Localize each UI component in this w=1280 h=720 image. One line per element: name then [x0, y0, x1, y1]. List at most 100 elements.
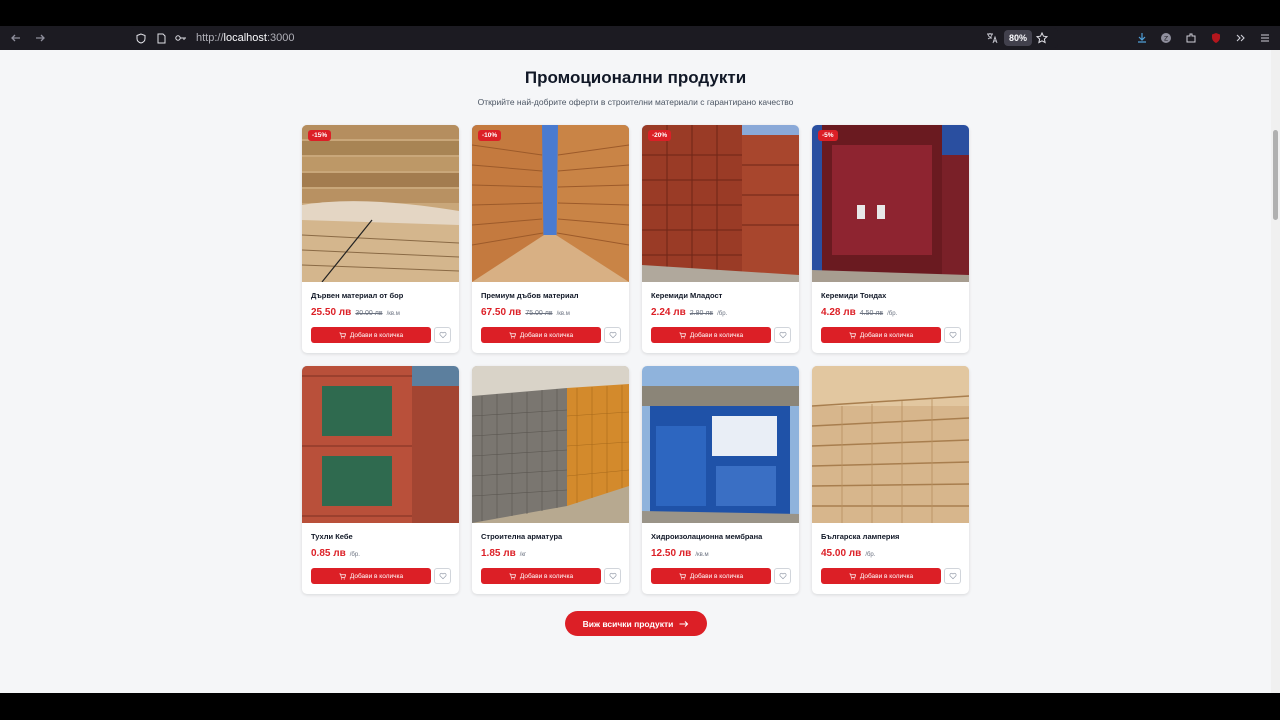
product-price: 4.28 лв — [821, 307, 856, 318]
forward-button[interactable] — [28, 26, 52, 50]
view-all-label: Виж всички продукти — [582, 618, 674, 629]
add-to-cart-label: Добави в количка — [519, 331, 574, 339]
cart-icon — [849, 573, 856, 579]
section-subtitle: Открийте най-добрите оферти в строителни… — [477, 97, 794, 107]
product-card[interactable]: -10% Премиум дъбов материал 67.50 лв 75.… — [472, 125, 629, 353]
product-unit: /бр. — [717, 311, 728, 317]
product-image[interactable]: -10% — [472, 125, 629, 282]
product-unit: /бр. — [349, 552, 360, 558]
add-to-cart-button[interactable]: Добави в количка — [651, 568, 771, 584]
ublock-icon[interactable] — [1208, 30, 1224, 46]
product-image[interactable]: -5% — [812, 125, 969, 282]
url-text[interactable]: http://localhost:3000 — [196, 32, 294, 44]
product-card[interactable]: Хидроизолационна мембрана 12.50 лв /кв.м… — [642, 366, 799, 594]
star-icon[interactable] — [1034, 30, 1050, 46]
add-to-cart-button[interactable]: Добави в количка — [821, 568, 941, 584]
translate-icon[interactable] — [984, 30, 1000, 46]
product-name[interactable]: Строителна арматура — [481, 532, 562, 541]
extensions-icon[interactable] — [1183, 30, 1199, 46]
arrow-right-icon — [679, 620, 689, 627]
svg-text:Z: Z — [1164, 36, 1168, 43]
add-to-cart-button[interactable]: Добави в количка — [311, 568, 431, 584]
price-row: 0.85 лв /бр. — [311, 548, 360, 559]
menu-icon[interactable] — [1257, 30, 1273, 46]
product-card[interactable]: -5% Керемиди Тондах 4.28 лв 4.50 лв /бр.… — [812, 125, 969, 353]
account-icon[interactable]: Z — [1158, 30, 1174, 46]
add-to-cart-label: Добави в количка — [689, 572, 744, 580]
product-card[interactable]: Тухли Кебе 0.85 лв /бр. Добави в количка — [302, 366, 459, 594]
product-name[interactable]: Българска ламперия — [821, 532, 899, 541]
favorite-button[interactable] — [944, 568, 961, 584]
product-price: 0.85 лв — [311, 548, 346, 559]
product-grid: -15% Дървен материал от бор 25.50 лв 30.… — [302, 125, 970, 594]
cart-icon — [679, 332, 686, 338]
back-button[interactable] — [4, 26, 28, 50]
product-image[interactable]: -15% — [302, 125, 459, 283]
product-image[interactable] — [302, 366, 459, 523]
product-image[interactable]: -20% — [642, 125, 799, 282]
product-card[interactable]: -15% Дървен материал от бор 25.50 лв 30.… — [302, 125, 459, 353]
product-image[interactable] — [642, 366, 799, 523]
shield-icon[interactable] — [132, 29, 150, 47]
heart-icon — [949, 572, 956, 580]
favorite-button[interactable] — [434, 327, 451, 343]
cart-icon — [509, 332, 516, 338]
heart-icon — [779, 331, 786, 339]
product-unit: /кв.м — [695, 552, 709, 558]
product-card[interactable]: Българска ламперия 45.00 лв /бр. Добави … — [812, 366, 969, 594]
page-content: Промоционални продукти Открийте най-добр… — [0, 50, 1271, 693]
cart-icon — [679, 573, 686, 579]
product-name[interactable]: Хидроизолационна мембрана — [651, 532, 762, 541]
cart-icon — [339, 332, 346, 338]
favorite-button[interactable] — [604, 568, 621, 584]
cart-icon — [849, 332, 856, 338]
download-icon[interactable] — [1134, 30, 1150, 46]
product-image[interactable] — [812, 366, 969, 523]
price-row: 25.50 лв 30.00 лв /кв.м — [311, 307, 400, 318]
product-name[interactable]: Керемиди Младост — [651, 291, 722, 300]
add-to-cart-button[interactable]: Добави в количка — [821, 327, 941, 343]
cart-icon — [509, 573, 516, 579]
product-price: 25.50 лв — [311, 307, 352, 318]
product-card[interactable]: Строителна арматура 1.85 лв /кг Добави в… — [472, 366, 629, 594]
add-to-cart-button[interactable]: Добави в количка — [311, 327, 431, 343]
price-row: 2.24 лв 2.80 лв /бр. — [651, 307, 727, 318]
page-icon[interactable] — [152, 29, 170, 47]
discount-badge: -20% — [648, 130, 672, 141]
price-row: 4.28 лв 4.50 лв /бр. — [821, 307, 897, 318]
product-price: 67.50 лв — [481, 307, 522, 318]
add-to-cart-label: Добави в количка — [859, 572, 914, 580]
heart-icon — [439, 331, 446, 339]
overflow-chevrons-icon[interactable] — [1233, 30, 1249, 46]
product-image[interactable] — [472, 366, 629, 523]
price-row: 1.85 лв /кг — [481, 548, 526, 559]
product-unit: /кв.м — [556, 311, 570, 317]
key-icon[interactable] — [172, 29, 190, 47]
view-all-products-button[interactable]: Виж всички продукти — [565, 611, 707, 636]
favorite-button[interactable] — [774, 327, 791, 343]
add-to-cart-button[interactable]: Добави в количка — [651, 327, 771, 343]
product-price: 12.50 лв — [651, 548, 692, 559]
add-to-cart-button[interactable]: Добави в количка — [481, 568, 601, 584]
product-name[interactable]: Дървен материал от бор — [311, 291, 403, 300]
forward-arrow-icon — [36, 34, 45, 42]
product-name[interactable]: Премиум дъбов материал — [481, 291, 579, 300]
os-bottom-bar — [0, 693, 1280, 720]
discount-badge: -10% — [478, 130, 502, 141]
scrollbar-thumb[interactable] — [1273, 130, 1278, 220]
add-to-cart-button[interactable]: Добави в количка — [481, 327, 601, 343]
page-scrollbar[interactable] — [1271, 50, 1280, 693]
product-name[interactable]: Керемиди Тондах — [821, 291, 886, 300]
zoom-level-badge[interactable]: 80% — [1004, 30, 1033, 46]
favorite-button[interactable] — [604, 327, 621, 343]
product-card[interactable]: -20% Керемиди Младост 2.24 лв 2.80 лв /б… — [642, 125, 799, 353]
discount-badge: -5% — [818, 130, 838, 141]
address-bar[interactable]: http://localhost:3000 — [130, 28, 1058, 48]
favorite-button[interactable] — [944, 327, 961, 343]
add-to-cart-label: Добави в количка — [689, 331, 744, 339]
price-row: 12.50 лв /кв.м — [651, 548, 709, 559]
heart-icon — [779, 572, 786, 580]
favorite-button[interactable] — [434, 568, 451, 584]
favorite-button[interactable] — [774, 568, 791, 584]
product-name[interactable]: Тухли Кебе — [311, 532, 353, 541]
